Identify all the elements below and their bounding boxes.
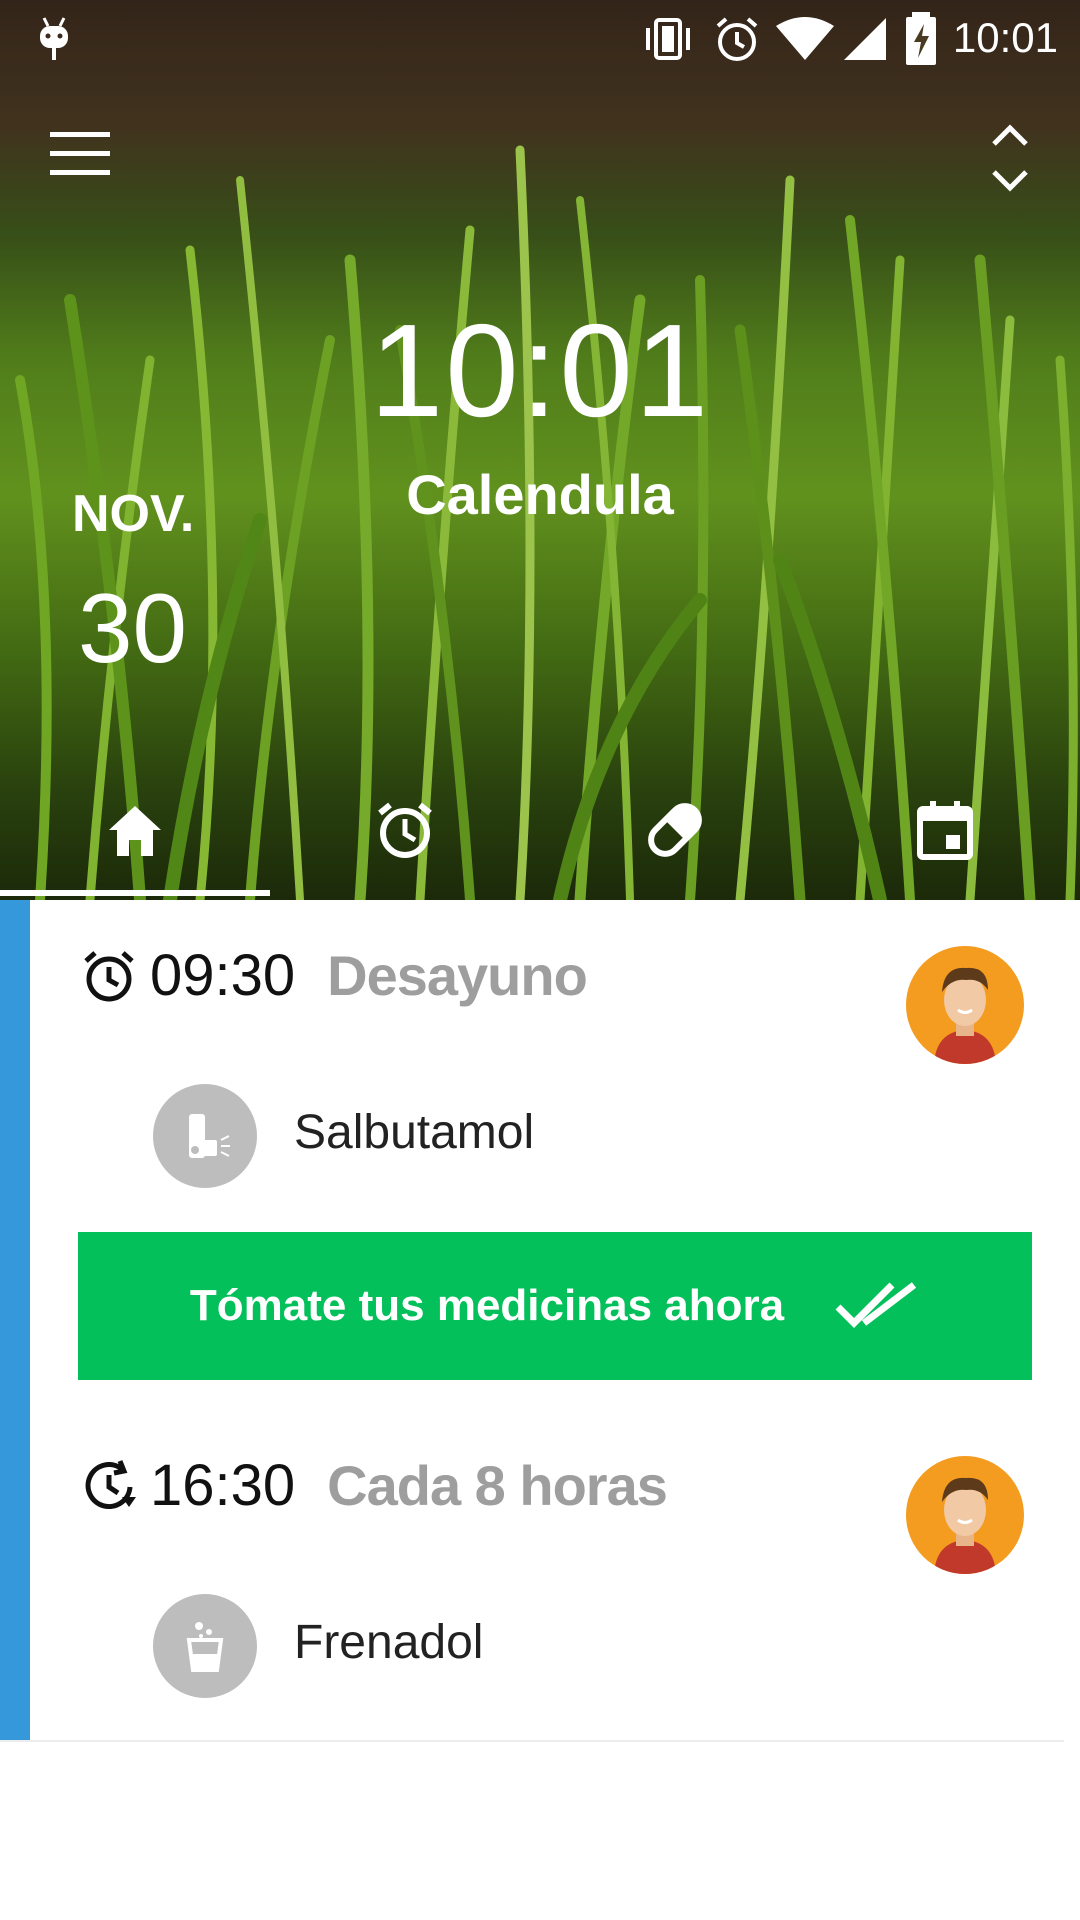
tab-alarms[interactable] — [270, 770, 540, 890]
date-month: NOV. — [72, 485, 195, 543]
tab-calendar[interactable] — [810, 770, 1080, 890]
calendar-icon — [917, 801, 973, 860]
inhaler-icon — [153, 1084, 257, 1188]
card-accent-bar — [0, 900, 30, 1410]
tab-bar — [0, 770, 1080, 900]
schedule-label: Cada 8 horas — [327, 1454, 668, 1517]
schedule-label: Desayuno — [327, 944, 588, 1007]
schedule-card-every-8-hours[interactable]: 16:30 Cada 8 horas Frenadol — [0, 1410, 1064, 1742]
effervescent-glass-icon — [153, 1594, 257, 1698]
repeat-clock-icon — [85, 1459, 136, 1509]
header-panel: 10:01 10:01 Calendula NOV. 30 — [0, 0, 1080, 900]
tab-home[interactable] — [0, 770, 270, 890]
medicine-name: Salbutamol — [294, 1106, 535, 1159]
take-medicines-button[interactable]: Tómate tus medicinas ahora — [78, 1232, 1032, 1380]
alarm-clock-icon — [378, 802, 432, 858]
status-time: 10:01 — [952, 14, 1058, 61]
take-medicines-label: Tómate tus medicinas ahora — [189, 1281, 785, 1330]
person-avatar-icon — [934, 967, 996, 1064]
schedule-time: 09:30 — [150, 943, 296, 1008]
hamburger-menu-icon[interactable] — [50, 132, 110, 178]
home-icon — [109, 806, 161, 856]
status-bar: 10:01 — [0, 0, 1080, 80]
pill-icon — [648, 803, 702, 857]
battery-charging-icon — [906, 12, 936, 65]
avatar[interactable] — [906, 1456, 1024, 1574]
avatar[interactable] — [906, 946, 1024, 1064]
tab-medicines[interactable] — [540, 770, 810, 890]
schedule-time: 16:30 — [150, 1453, 296, 1518]
vibrate-icon — [646, 18, 690, 60]
expand-collapse-icon[interactable] — [988, 118, 1032, 198]
person-avatar-icon — [934, 1477, 996, 1574]
schedule-time-row: 09:30 Desayuno — [80, 942, 588, 1009]
alarm-icon — [716, 17, 758, 61]
alarm-clock-icon — [84, 950, 134, 1001]
double-check-icon — [835, 1282, 917, 1328]
grass-background-image — [0, 0, 1080, 900]
android-icon — [40, 17, 68, 60]
header-clock: 10:01 — [369, 297, 711, 444]
signal-icon — [844, 18, 886, 60]
date-day: 30 — [78, 573, 188, 683]
tab-selected-indicator — [0, 890, 270, 896]
medicine-name: Frenadol — [294, 1616, 484, 1669]
wifi-icon — [776, 17, 834, 60]
schedule-time-row: 16:30 Cada 8 horas — [80, 1452, 668, 1519]
card-accent-bar — [0, 1410, 30, 1740]
